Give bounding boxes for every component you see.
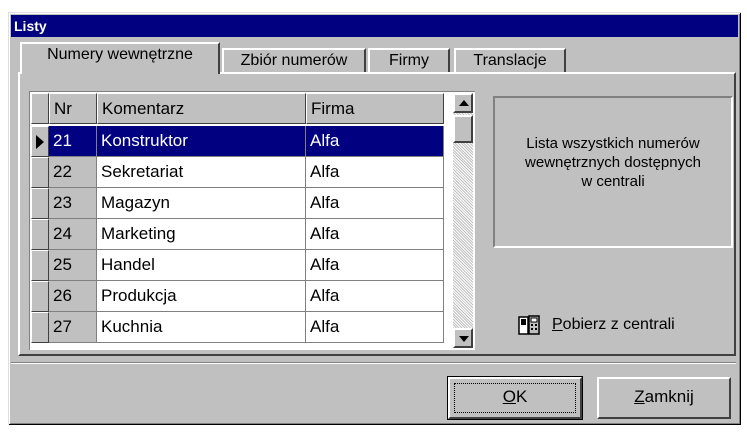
close-button[interactable]: Zamknij <box>597 377 731 419</box>
tab-zbior-numerow[interactable]: Zbiór numerów <box>222 48 366 72</box>
tab-numery-wewnetrzne[interactable]: Numery wewnętrzne <box>20 42 220 74</box>
ok-button[interactable]: OK <box>447 376 583 420</box>
separator <box>11 362 736 364</box>
tab-translacje[interactable]: Translacje <box>454 48 566 72</box>
tab-firmy[interactable]: Firmy <box>368 48 450 72</box>
tab-panel <box>18 72 736 356</box>
window-title: Listy <box>11 15 738 37</box>
focus-rect <box>454 383 576 413</box>
